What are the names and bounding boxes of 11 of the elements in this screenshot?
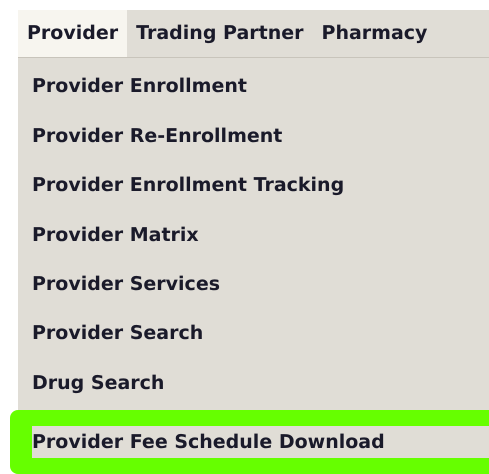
menu-tab[interactable]: Trading Partner — [127, 10, 313, 57]
menu-item[interactable]: Provider Services — [18, 259, 489, 309]
menu-tab[interactable]: Pharmacy — [312, 10, 436, 57]
menu-item[interactable]: Provider Enrollment — [18, 62, 489, 112]
menu-item[interactable]: Provider Search — [18, 308, 489, 358]
menu-item[interactable]: Provider Enrollment Tracking — [18, 160, 489, 210]
menu-item[interactable]: Provider Re-Enrollment — [18, 111, 489, 161]
menu-item[interactable]: Provider Fee Schedule Download — [32, 426, 489, 458]
menu-item[interactable]: Provider Matrix — [18, 210, 489, 260]
menu-tab[interactable]: Provider — [18, 10, 128, 57]
menu-item[interactable]: Drug Search — [18, 358, 489, 408]
